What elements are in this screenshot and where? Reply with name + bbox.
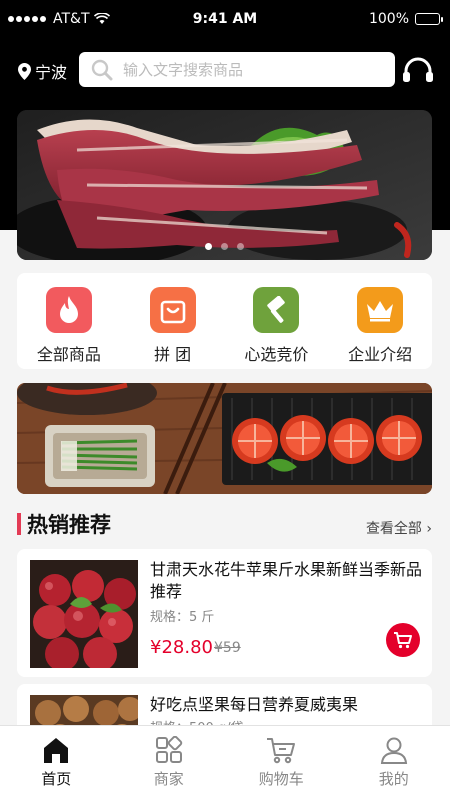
battery-icon — [415, 13, 443, 25]
search-box[interactable] — [79, 52, 395, 87]
category-group-buy[interactable]: 拼 团 — [121, 273, 225, 369]
product-name: 甘肃天水花牛苹果斤水果新鲜当季新品推荐 — [150, 560, 423, 601]
home-icon — [44, 738, 69, 763]
secondary-banner[interactable] — [17, 383, 432, 494]
location-pin-icon — [18, 62, 31, 80]
flame-icon — [45, 287, 92, 333]
location-label: 宁波 — [35, 63, 68, 82]
category-label: 企业介绍 — [348, 345, 413, 364]
tab-label: 商家 — [153, 770, 184, 788]
tab-label: 我的 — [378, 770, 409, 788]
cart-icon — [267, 738, 296, 764]
product-spec: 规格：5 斤 — [150, 610, 215, 625]
top-header: 宁波 — [0, 40, 450, 100]
section-title: 热销推荐 — [27, 513, 111, 537]
product-card[interactable]: 甘肃天水花牛苹果斤水果新鲜当季新品推荐 规格：5 斤 ¥28.80 ¥59 — [17, 549, 432, 677]
hot-sale-header: 热销推荐 查看全部 › — [17, 509, 432, 539]
grid-icon — [155, 736, 182, 763]
product-price: ¥28.80 — [150, 637, 213, 658]
add-to-cart-button[interactable] — [386, 623, 420, 657]
category-label: 全部商品 — [36, 345, 101, 364]
product-image-apples — [30, 560, 138, 668]
chevron-right-icon: › — [426, 521, 432, 537]
banner-image-ribs — [17, 110, 432, 260]
crown-icon — [357, 287, 404, 333]
hammer-icon — [253, 287, 300, 333]
view-all-label: 查看全部 — [365, 521, 422, 537]
tab-profile[interactable]: 我的 — [338, 726, 450, 800]
banner-image-vegetables — [17, 383, 432, 494]
category-company-intro[interactable]: 企业介绍 — [328, 273, 432, 369]
category-menu: 全部商品 拼 团 心选竞价 企业介绍 — [17, 273, 432, 369]
promo-banner[interactable] — [17, 110, 432, 260]
user-icon — [380, 737, 407, 764]
view-all-link[interactable]: 查看全部 › — [366, 518, 432, 538]
banner-pagination[interactable] — [17, 243, 432, 250]
tab-label: 购物车 — [258, 770, 304, 788]
bag-icon — [149, 287, 196, 333]
search-icon — [91, 59, 113, 80]
tab-merchants[interactable]: 商家 — [113, 726, 226, 800]
category-label: 心选竞价 — [244, 345, 309, 364]
category-all-products[interactable]: 全部商品 — [17, 273, 121, 369]
category-auction[interactable]: 心选竞价 — [225, 273, 329, 369]
product-original-price: ¥59 — [214, 640, 241, 656]
tab-cart[interactable]: 购物车 — [225, 726, 338, 800]
status-right: 100% — [368, 11, 443, 27]
location-selector[interactable]: 宁波 — [18, 59, 67, 83]
bottom-tab-bar: 首页 商家 购物车 我的 — [0, 725, 450, 800]
tab-home[interactable]: 首页 — [0, 726, 113, 800]
headset-icon[interactable] — [402, 57, 434, 83]
section-accent-bar — [17, 513, 21, 535]
search-input[interactable] — [123, 60, 363, 79]
tab-label: 首页 — [41, 770, 72, 788]
cart-icon — [394, 632, 412, 649]
battery-percent: 100% — [368, 11, 409, 27]
category-label: 拼 团 — [154, 345, 192, 364]
status-bar: AT&T 9:41 AM 100% — [0, 0, 450, 40]
product-name: 好吃点坚果每日营养夏威夷果 — [150, 695, 359, 714]
